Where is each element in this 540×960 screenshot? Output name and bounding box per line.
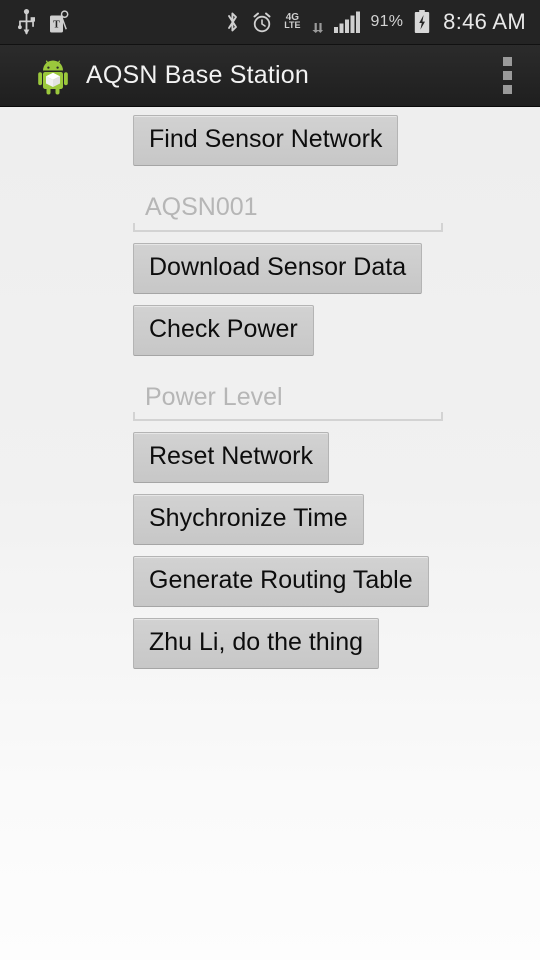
- synchronize-time-button[interactable]: Shychronize Time: [133, 494, 364, 545]
- underline-bar: [133, 229, 443, 232]
- svg-text:T: T: [53, 19, 60, 30]
- zhu-li-do-the-thing-button[interactable]: Zhu Li, do the thing: [133, 618, 380, 669]
- row-generate-routing-table: Generate Routing Table: [0, 556, 540, 607]
- nfc-tag-icon: T: [49, 10, 71, 34]
- action-bar: AQSN Base Station: [0, 45, 540, 107]
- sensor-network-id-hint: AQSN001: [145, 193, 258, 221]
- bluetooth-icon: [225, 10, 240, 34]
- overflow-dot-3: [503, 85, 512, 94]
- usb-icon: [18, 9, 35, 35]
- status-bar-left-icons: T: [0, 9, 71, 35]
- sensor-network-id-input[interactable]: AQSN001: [133, 188, 443, 232]
- underline-bar: [133, 419, 443, 421]
- main-content: Find Sensor Network AQSN001 Download Sen…: [0, 107, 540, 960]
- power-level-input[interactable]: Power Level: [133, 378, 443, 421]
- phone-screen: T 4G LTE 91% 8:46 AM AQSN Base Station F…: [0, 0, 540, 960]
- overflow-menu-icon[interactable]: [497, 51, 518, 100]
- underline-tick-right: [441, 412, 443, 421]
- battery-percent-label: 91%: [370, 13, 404, 30]
- data-transfer-arrows-icon: [311, 11, 323, 33]
- sensor-network-id-underline: [133, 222, 443, 232]
- row-synchronize-time: Shychronize Time: [0, 494, 540, 545]
- status-bar: T 4G LTE 91% 8:46 AM: [0, 0, 540, 45]
- row-download-sensor-data: Download Sensor Data: [0, 242, 540, 294]
- signal-strength-icon: [333, 11, 360, 34]
- row-sensor-network-id: AQSN001: [0, 188, 540, 232]
- row-power-level: Power Level: [0, 378, 540, 421]
- overflow-dot-2: [503, 71, 512, 80]
- android-robot-cube-icon: [34, 57, 72, 95]
- power-level-hint: Power Level: [145, 382, 283, 411]
- find-sensor-network-button[interactable]: Find Sensor Network: [133, 115, 399, 166]
- status-bar-clock: 8:46 AM: [443, 9, 526, 34]
- overflow-dot-1: [503, 57, 512, 66]
- reset-network-button[interactable]: Reset Network: [133, 432, 329, 483]
- status-bar-right-icons: 4G LTE 91% 8:46 AM: [225, 9, 540, 35]
- row-zhu-li-do-the-thing: Zhu Li, do the thing: [0, 618, 540, 669]
- generate-routing-table-button[interactable]: Generate Routing Table: [133, 556, 429, 607]
- network-type-4glte-icon: 4G LTE: [284, 13, 301, 31]
- check-power-button[interactable]: Check Power: [133, 304, 314, 356]
- row-find-sensor-network: Find Sensor Network: [0, 115, 540, 166]
- page-title: AQSN Base Station: [86, 61, 309, 89]
- download-sensor-data-button[interactable]: Download Sensor Data: [133, 242, 423, 294]
- underline-tick-right: [441, 222, 443, 232]
- row-reset-network: Reset Network: [0, 432, 540, 483]
- battery-charging-icon: [414, 10, 430, 34]
- alarm-clock-icon: [251, 11, 273, 34]
- row-check-power: Check Power: [0, 304, 540, 356]
- power-level-underline: [133, 412, 443, 421]
- network-type-bottom-label: LTE: [284, 20, 301, 31]
